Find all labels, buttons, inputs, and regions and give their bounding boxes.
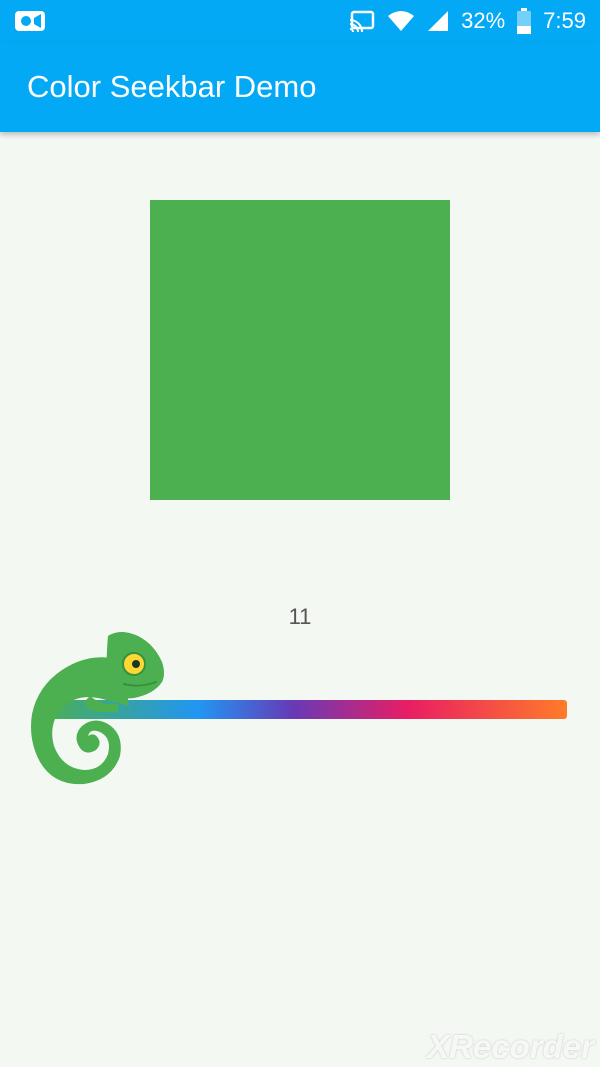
seekbar-value: 11 (288, 604, 312, 629)
app-bar: Color Seekbar Demo (0, 42, 600, 132)
cast-icon (349, 10, 375, 32)
battery-percentage: 32% (461, 8, 506, 33)
video-recording-icon (15, 11, 45, 31)
signal-icon (428, 11, 449, 31)
chameleon-icon[interactable] (28, 628, 168, 788)
app-title: Color Seekbar Demo (27, 69, 317, 104)
clock: 7:59 (543, 8, 586, 33)
recorder-watermark: XRecorder (427, 1028, 594, 1065)
battery-icon (517, 8, 532, 34)
wifi-icon (388, 11, 415, 31)
color-preview-square (150, 200, 450, 500)
status-bar: 32% 7:59 (0, 0, 600, 42)
